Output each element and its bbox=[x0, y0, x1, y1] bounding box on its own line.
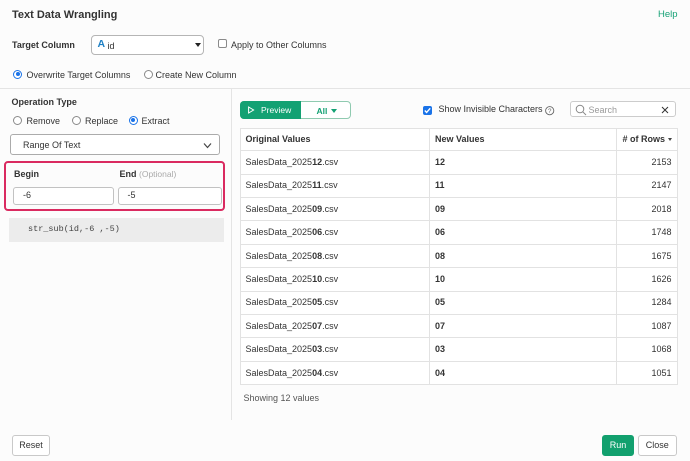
svg-text:?: ? bbox=[547, 108, 551, 115]
